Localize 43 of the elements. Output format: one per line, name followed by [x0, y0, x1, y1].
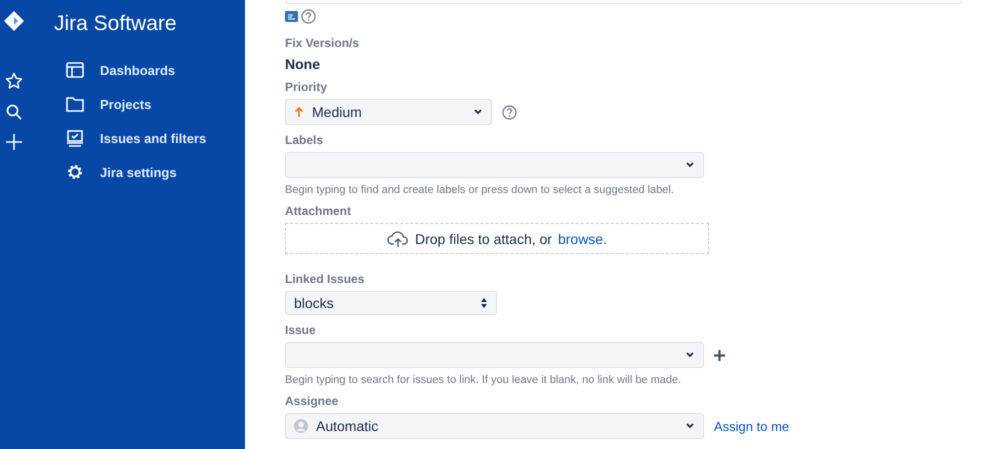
search-icon[interactable]	[6, 104, 22, 120]
drop-text: Drop files to attach, or	[415, 230, 552, 246]
up-down-icon	[480, 297, 488, 309]
field-label: Fix Version/s	[285, 36, 360, 50]
select-field[interactable]	[285, 152, 704, 178]
field-label: Assignee	[285, 394, 340, 408]
folder-icon	[66, 96, 84, 112]
chevron-down-icon	[685, 351, 695, 359]
select-field[interactable]	[285, 342, 704, 368]
field-label: Labels	[285, 133, 324, 147]
field-label: Linked Issues	[285, 272, 366, 286]
browse-link[interactable]: browse.	[558, 230, 607, 246]
gear-icon	[66, 163, 84, 181]
field-label: Priority	[285, 80, 328, 94]
dashboard-icon	[66, 62, 84, 78]
star-icon[interactable]	[5, 72, 23, 90]
avatar-icon	[294, 419, 308, 433]
hint-text: Begin typing to find and create labels or press down to select a suggested label.	[285, 184, 675, 196]
field-value: None	[285, 56, 321, 72]
help-icon[interactable]	[502, 104, 517, 120]
assignee-select[interactable]: Automatic	[285, 413, 704, 439]
field-label: Issue	[285, 323, 317, 337]
nav-item[interactable]: Dashboards	[66, 53, 206, 87]
nav-item[interactable]: Jira settings	[66, 155, 206, 189]
diamond-logo-icon[interactable]	[3, 10, 25, 32]
nav-item[interactable]: Projects	[66, 87, 206, 121]
text-format-icon[interactable]	[285, 11, 298, 22]
nav-item[interactable]: Issues and filters	[66, 121, 206, 155]
chevron-down-icon	[685, 161, 695, 169]
drop-zone[interactable]: Drop files to attach, or browse.	[285, 223, 709, 254]
chevron-down-icon	[473, 108, 483, 116]
assign-to-me-link[interactable]: Assign to me	[714, 418, 790, 434]
priority-select[interactable]: Medium	[285, 99, 492, 125]
plus-icon[interactable]	[714, 350, 725, 360]
help-icon[interactable]	[301, 9, 316, 24]
hint-text: Begin typing to search for issues to link. If you leave it blank, no link will be made.	[285, 374, 682, 386]
cloud-upload-icon	[387, 230, 409, 248]
chevron-down-icon	[685, 422, 695, 430]
arrow-up-icon	[294, 106, 304, 118]
monitor-check-icon	[66, 130, 84, 146]
product-title: Jira Software	[54, 12, 178, 36]
field-label: Attachment	[285, 204, 352, 218]
link-type-select[interactable]: blocks	[285, 291, 497, 315]
